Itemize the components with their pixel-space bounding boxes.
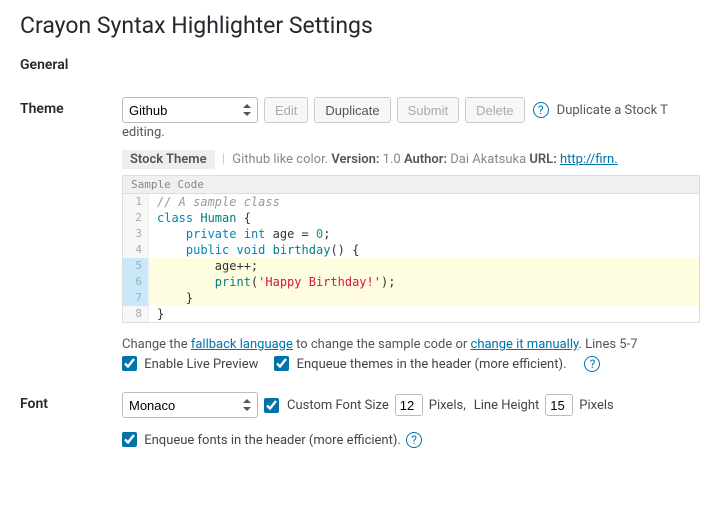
- code-line: 3 private int age = 0;: [123, 226, 699, 242]
- font-label: Font: [20, 392, 122, 468]
- theme-url-link[interactable]: http://firn.: [560, 152, 618, 167]
- theme-label: Theme: [20, 97, 122, 392]
- code-line: 7 }: [123, 290, 699, 306]
- code-preview: Sample Code 1// A sample class2class Hum…: [122, 175, 700, 323]
- enqueue-fonts-checkbox[interactable]: [122, 432, 137, 447]
- code-line: 5 age++;: [123, 258, 699, 274]
- fallback-desc: Change the fallback language to change t…: [122, 337, 700, 352]
- live-preview-label[interactable]: Enable Live Preview: [122, 356, 258, 372]
- code-line: 1// A sample class: [123, 194, 699, 210]
- help-icon[interactable]: ?: [584, 356, 600, 372]
- change-manually-link[interactable]: change it manually: [471, 337, 579, 352]
- help-icon[interactable]: ?: [406, 432, 422, 448]
- hint-line2: editing.: [122, 125, 700, 140]
- line-height-input[interactable]: [545, 394, 573, 416]
- code-line: 6 print('Happy Birthday!');: [123, 274, 699, 290]
- page-title: Crayon Syntax Highlighter Settings: [20, 8, 700, 39]
- dup-hint: Duplicate a Stock T: [557, 103, 668, 118]
- font-size-input[interactable]: [395, 394, 423, 416]
- theme-meta: Stock Theme | Github like color. Version…: [122, 150, 700, 169]
- section-heading: General: [20, 57, 700, 73]
- fallback-language-link[interactable]: fallback language: [191, 337, 293, 352]
- live-preview-checkbox[interactable]: [122, 356, 137, 371]
- font-select[interactable]: Monaco: [122, 392, 258, 418]
- custom-font-size-checkbox[interactable]: [264, 398, 279, 413]
- code-title: Sample Code: [123, 176, 699, 194]
- stock-badge: Stock Theme: [122, 150, 215, 169]
- help-icon[interactable]: ?: [533, 102, 549, 118]
- theme-select[interactable]: Github: [122, 97, 258, 123]
- enqueue-themes-label[interactable]: Enqueue themes in the header (more effic…: [274, 356, 566, 372]
- custom-font-size-label[interactable]: Custom Font Size: [264, 398, 389, 413]
- code-line: 8}: [123, 306, 699, 322]
- enqueue-themes-checkbox[interactable]: [274, 356, 289, 371]
- submit-button[interactable]: Submit: [397, 97, 459, 123]
- enqueue-fonts-label[interactable]: Enqueue fonts in the header (more effici…: [122, 433, 404, 448]
- delete-button[interactable]: Delete: [465, 97, 525, 123]
- code-line: 4 public void birthday() {: [123, 242, 699, 258]
- edit-button[interactable]: Edit: [264, 97, 308, 123]
- code-line: 2class Human {: [123, 210, 699, 226]
- duplicate-button[interactable]: Duplicate: [314, 97, 390, 123]
